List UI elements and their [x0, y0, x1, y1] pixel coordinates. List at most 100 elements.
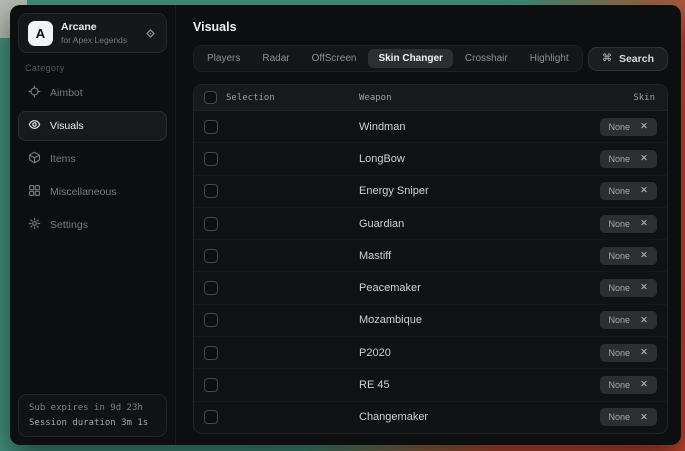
- sidebar-item-label: Miscellaneous: [50, 186, 117, 198]
- weapon-name: Peacemaker: [344, 282, 577, 294]
- sidebar-item-miscellaneous[interactable]: Miscellaneous: [18, 177, 167, 207]
- command-key-icon: ⌘: [602, 53, 612, 64]
- skin-value: None: [609, 380, 631, 390]
- skin-select-badge[interactable]: None ✕: [600, 344, 657, 362]
- tab-radar[interactable]: Radar: [252, 49, 299, 68]
- sidebar: A Arcane for Apex Legends Category Aimbo…: [10, 5, 176, 445]
- sub-expires-text: Sub expires in 9d 23h: [29, 403, 156, 413]
- skin-select-badge[interactable]: None ✕: [600, 376, 657, 394]
- skin-select-badge[interactable]: None ✕: [600, 215, 657, 233]
- tab-highlight[interactable]: Highlight: [520, 49, 579, 68]
- row-checkbox[interactable]: [204, 281, 218, 295]
- skin-value: None: [609, 251, 631, 261]
- skin-select-badge[interactable]: None ✕: [600, 279, 657, 297]
- weapon-name: RE 45: [344, 379, 577, 391]
- search-button[interactable]: ⌘ Search: [588, 47, 668, 71]
- weapon-name: Windman: [344, 121, 577, 133]
- sidebar-item-label: Aimbot: [50, 87, 83, 99]
- skin-value: None: [609, 122, 631, 132]
- row-checkbox[interactable]: [204, 217, 218, 231]
- row-checkbox[interactable]: [204, 152, 218, 166]
- toolbar: Players Radar OffScreen Skin Changer Cro…: [193, 45, 668, 72]
- sidebar-item-label: Items: [50, 153, 76, 165]
- skin-select-badge[interactable]: None✕: [600, 150, 657, 168]
- clear-skin-icon[interactable]: ✕: [640, 283, 648, 293]
- clear-skin-icon[interactable]: ✕: [640, 186, 648, 196]
- clear-skin-icon[interactable]: ✕: [640, 219, 648, 229]
- clear-skin-icon[interactable]: ✕: [640, 316, 648, 326]
- gear-icon: [28, 217, 41, 233]
- app-name: Arcane: [61, 21, 127, 33]
- crosshair-icon: [28, 85, 41, 101]
- app-logo: A: [28, 21, 53, 46]
- skin-select-badge[interactable]: None ✕: [600, 247, 657, 265]
- theme-toggle-icon[interactable]: [144, 27, 157, 40]
- tab-players[interactable]: Players: [197, 49, 250, 68]
- skin-select-badge[interactable]: None ✕: [600, 182, 657, 200]
- table-row: Windman None ✕: [194, 111, 667, 143]
- subscription-info-card: Sub expires in 9d 23h Session duration 3…: [18, 394, 167, 437]
- skin-select-badge[interactable]: None ✕: [600, 408, 657, 426]
- app-meta: Arcane for Apex Legends: [61, 21, 127, 45]
- table-row: LongBow None✕: [194, 143, 667, 175]
- weapon-name: Changemaker: [344, 411, 577, 423]
- row-checkbox[interactable]: [204, 184, 218, 198]
- skin-value: None: [609, 412, 631, 422]
- clear-skin-icon[interactable]: ✕: [640, 251, 648, 261]
- app-header-card: A Arcane for Apex Legends: [18, 13, 167, 53]
- table-body: Windman None✕ LongBow None✕ Energy Snipe…: [194, 111, 667, 433]
- category-label: Category: [25, 63, 65, 73]
- sidebar-item-settings[interactable]: Settings: [18, 210, 167, 240]
- clear-skin-icon[interactable]: ✕: [640, 154, 648, 164]
- skin-column-header: Skin: [577, 93, 667, 103]
- skin-changer-table: Selection Weapon Skin Windman None ✕ Long…: [193, 84, 668, 434]
- app-subtitle: for Apex Legends: [61, 35, 127, 45]
- main-panel: Visuals Players Radar OffScreen Skin Cha…: [177, 5, 681, 445]
- select-all-checkbox[interactable]: [204, 91, 217, 104]
- clear-skin-icon[interactable]: ✕: [640, 348, 648, 358]
- skin-select-badge[interactable]: None ✕: [600, 118, 657, 136]
- skin-value: None: [609, 283, 631, 293]
- table-row: Mastiff None✕: [194, 240, 667, 272]
- row-checkbox[interactable]: [204, 410, 218, 424]
- eye-icon: [28, 118, 41, 134]
- tab-crosshair[interactable]: Crosshair: [455, 49, 518, 68]
- row-checkbox[interactable]: [204, 346, 218, 360]
- search-button-label: Search: [619, 53, 654, 65]
- tab-skin-changer[interactable]: Skin Changer: [368, 49, 452, 68]
- sidebar-item-aimbot[interactable]: Aimbot: [18, 78, 167, 108]
- weapon-column-header: Weapon: [344, 93, 577, 103]
- clear-skin-icon[interactable]: ✕: [640, 380, 648, 390]
- table-row: RE 45 None ✕: [194, 369, 667, 401]
- weapon-name: LongBow: [344, 153, 577, 165]
- skin-select-badge[interactable]: None ✕: [600, 311, 657, 329]
- grid-icon: [28, 184, 41, 200]
- weapon-name: P2020: [344, 347, 577, 359]
- table-row: Guardian None✕: [194, 208, 667, 240]
- weapon-name: Energy Sniper: [344, 185, 577, 197]
- selection-column-header: Selection: [226, 93, 275, 103]
- row-checkbox[interactable]: [204, 120, 218, 134]
- clear-skin-icon[interactable]: ✕: [640, 413, 648, 423]
- row-checkbox[interactable]: [204, 378, 218, 392]
- selection-header-cell: Selection: [194, 91, 344, 104]
- tab-strip: Players Radar OffScreen Skin Changer Cro…: [193, 45, 583, 72]
- row-checkbox[interactable]: [204, 313, 218, 327]
- sidebar-item-items[interactable]: Items: [18, 144, 167, 174]
- row-checkbox[interactable]: [204, 249, 218, 263]
- skin-value: None: [609, 186, 631, 196]
- skin-value: None: [609, 219, 631, 229]
- tab-offscreen[interactable]: OffScreen: [302, 49, 367, 68]
- table-header-row: Selection Weapon Skin: [194, 85, 667, 111]
- table-row: Peacemaker None ✕: [194, 272, 667, 304]
- page-title: Visuals: [193, 20, 237, 34]
- skin-value: None: [609, 348, 631, 358]
- sidebar-item-label: Settings: [50, 219, 88, 231]
- sidebar-item-label: Visuals: [50, 120, 84, 132]
- cube-icon: [28, 151, 41, 167]
- table-row: Mozambique None✕: [194, 305, 667, 337]
- sidebar-item-visuals[interactable]: Visuals: [18, 111, 167, 141]
- table-row: Energy Sniper None ✕: [194, 176, 667, 208]
- skin-value: None: [609, 315, 631, 325]
- clear-skin-icon[interactable]: ✕: [640, 122, 648, 132]
